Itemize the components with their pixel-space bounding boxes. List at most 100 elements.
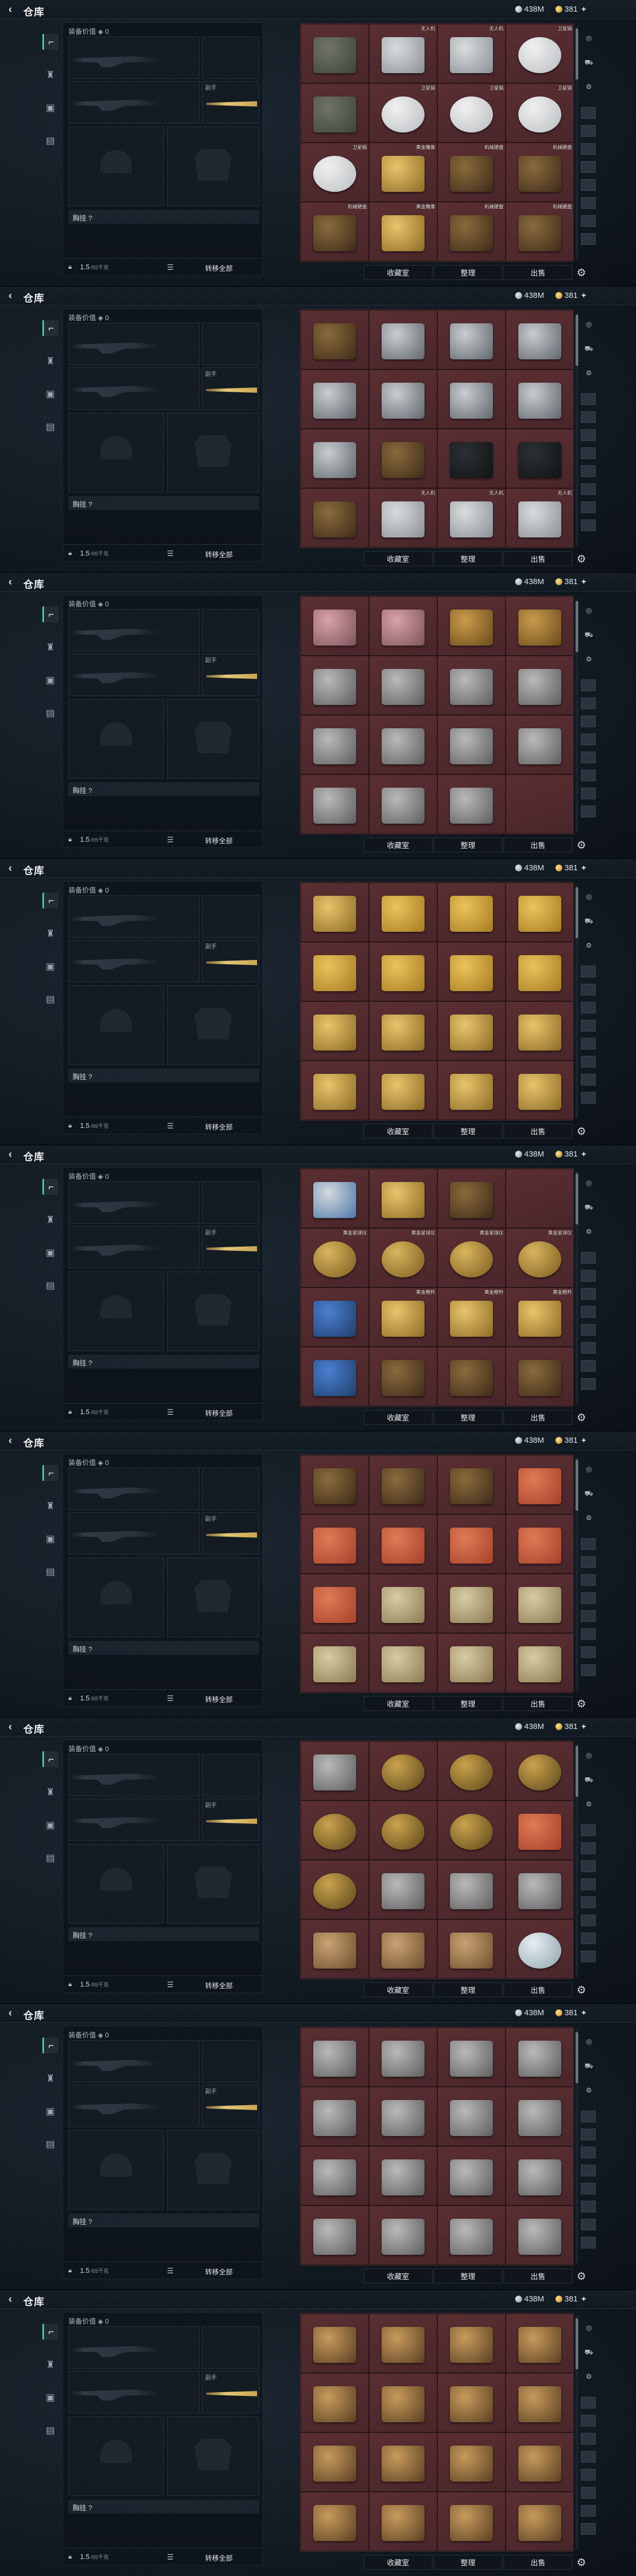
stash-item[interactable] — [506, 883, 573, 942]
back-chevron-icon[interactable]: ‹ — [8, 290, 20, 302]
move-all-button[interactable]: 转移全部 — [205, 1122, 233, 1132]
list-icon[interactable]: ☰ — [167, 1694, 174, 1703]
gold-currency[interactable]: 381 + — [555, 2008, 586, 2017]
stash-item[interactable] — [301, 1001, 369, 1061]
move-all-button[interactable]: 转移全部 — [205, 2553, 233, 2563]
stash-item[interactable] — [301, 883, 369, 942]
back-chevron-icon[interactable]: ‹ — [8, 1435, 20, 1446]
list-icon[interactable]: ☰ — [167, 2553, 174, 2562]
stash-scrollbar[interactable] — [576, 27, 578, 260]
scrollbar-thumb[interactable] — [576, 1460, 578, 1511]
stash-item[interactable] — [301, 1287, 369, 1347]
plus-icon[interactable]: + — [581, 2008, 586, 2017]
stash-page-tab[interactable] — [581, 161, 596, 173]
plus-icon[interactable]: + — [581, 1150, 586, 1159]
sort-button[interactable]: 整理 — [434, 1696, 502, 1711]
stash-page-tab[interactable] — [581, 1288, 596, 1300]
stash-item[interactable] — [301, 2206, 369, 2265]
attachment-slot[interactable] — [202, 37, 259, 79]
lock-icon[interactable]: 🔒︎ — [68, 1694, 76, 1701]
stash-page-tab[interactable] — [581, 2201, 596, 2212]
stash-item[interactable] — [369, 1801, 437, 1860]
lock-icon[interactable]: 🔒︎ — [68, 2553, 76, 2560]
stash-page-tab[interactable] — [581, 1002, 596, 1013]
stash-item[interactable] — [369, 1741, 437, 1801]
chest-rig-slot[interactable]: 胸挂 ? — [68, 1641, 259, 1655]
stash-item[interactable]: 机械硬盘 — [506, 202, 573, 261]
stash-item[interactable]: 无人机 — [369, 24, 437, 83]
stash-page-tab[interactable] — [581, 966, 596, 977]
plus-icon[interactable]: + — [581, 1722, 586, 1731]
stash-page-tab[interactable] — [581, 1538, 596, 1550]
sell-button[interactable]: 出售 — [504, 1124, 572, 1139]
stash-page-tab[interactable] — [581, 501, 596, 513]
move-all-button[interactable]: 转移全部 — [205, 263, 233, 273]
stash-item[interactable] — [369, 1001, 437, 1061]
sort-button[interactable]: 整理 — [434, 551, 502, 566]
stash-item[interactable] — [369, 656, 437, 715]
stash-item[interactable] — [506, 1061, 573, 1120]
stash-item[interactable] — [369, 1633, 437, 1692]
stash-item[interactable] — [506, 1347, 573, 1406]
stash-item[interactable] — [437, 1169, 506, 1228]
stash-page-tab[interactable] — [581, 1342, 596, 1354]
gear-icon[interactable]: ⚙ — [577, 266, 586, 279]
gear-icon[interactable]: ⚙ — [577, 2556, 586, 2569]
stash-item[interactable] — [437, 2314, 506, 2373]
pistol-icon[interactable]: ⌐ — [42, 1179, 58, 1195]
stash-page-tab[interactable] — [581, 393, 596, 405]
stash-item[interactable] — [506, 1801, 573, 1860]
settings-icon[interactable]: ⚙ — [582, 2084, 596, 2097]
stash-page-tab[interactable] — [581, 143, 596, 155]
stash-page-tab[interactable] — [581, 1592, 596, 1604]
stash-item[interactable] — [506, 1514, 573, 1574]
stash-page-tab[interactable] — [581, 2397, 596, 2409]
move-all-button[interactable]: 转移全部 — [205, 1694, 233, 1704]
stash-page-tab[interactable] — [581, 1306, 596, 1318]
target-icon[interactable]: ◎ — [582, 2035, 596, 2048]
chest-rig-slot[interactable]: 胸挂 ? — [68, 2500, 259, 2513]
stash-item[interactable] — [437, 1801, 506, 1860]
shield-icon[interactable]: ♜ — [42, 353, 58, 369]
stash-item[interactable]: 机械硬盘 — [437, 143, 506, 202]
stash-item[interactable] — [506, 2146, 573, 2206]
stash-page-tab[interactable] — [581, 1646, 596, 1658]
stash-item[interactable] — [437, 2146, 506, 2206]
stash-item[interactable]: 机械硬盘 — [506, 143, 573, 202]
stash-item[interactable] — [301, 715, 369, 774]
stash-page-tab[interactable] — [581, 752, 596, 763]
pistol-icon[interactable]: ⌐ — [42, 34, 58, 50]
stash-page-tab[interactable] — [581, 2487, 596, 2499]
gear-icon[interactable]: ⚙ — [577, 839, 586, 852]
stash-item[interactable]: 卫星锅 — [437, 83, 506, 143]
attachment-slot[interactable] — [202, 895, 259, 938]
target-icon[interactable]: ◎ — [582, 1463, 596, 1476]
back-chevron-icon[interactable]: ‹ — [8, 2293, 20, 2305]
stash-item[interactable] — [301, 1574, 369, 1633]
lock-icon[interactable]: 🔒︎ — [68, 2266, 76, 2274]
stash-item[interactable] — [301, 774, 369, 834]
collection-button[interactable]: 收藏室 — [364, 837, 432, 852]
settings-icon[interactable]: ⚙ — [582, 81, 596, 93]
stash-page-tab[interactable] — [581, 233, 596, 245]
scrollbar-thumb[interactable] — [576, 29, 578, 80]
stash-item[interactable] — [506, 1860, 573, 1919]
pistol-icon[interactable]: ⌐ — [42, 1751, 58, 1767]
stash-item[interactable] — [301, 1514, 369, 1574]
stash-item[interactable] — [506, 774, 573, 834]
shield-icon[interactable]: ♜ — [42, 639, 58, 655]
vehicle-icon[interactable]: ⛟ — [582, 915, 596, 928]
back-chevron-icon[interactable]: ‹ — [8, 862, 20, 874]
backpack-icon[interactable]: ▣ — [42, 100, 58, 116]
stash-page-tab[interactable] — [581, 2165, 596, 2176]
stash-item[interactable] — [506, 2087, 573, 2146]
sort-button[interactable]: 整理 — [434, 2555, 502, 2570]
stash-item[interactable] — [301, 1741, 369, 1801]
shield-icon[interactable]: ♜ — [42, 1784, 58, 1800]
move-all-button[interactable]: 转移全部 — [205, 549, 233, 559]
stash-item[interactable]: 黄金星球仪 — [301, 1228, 369, 1287]
pistol-icon[interactable]: ⌐ — [42, 893, 58, 908]
stash-page-tab[interactable] — [581, 2415, 596, 2427]
chest-rig-slot[interactable]: 胸挂 ? — [68, 1355, 259, 1369]
stash-item[interactable] — [506, 2027, 573, 2087]
